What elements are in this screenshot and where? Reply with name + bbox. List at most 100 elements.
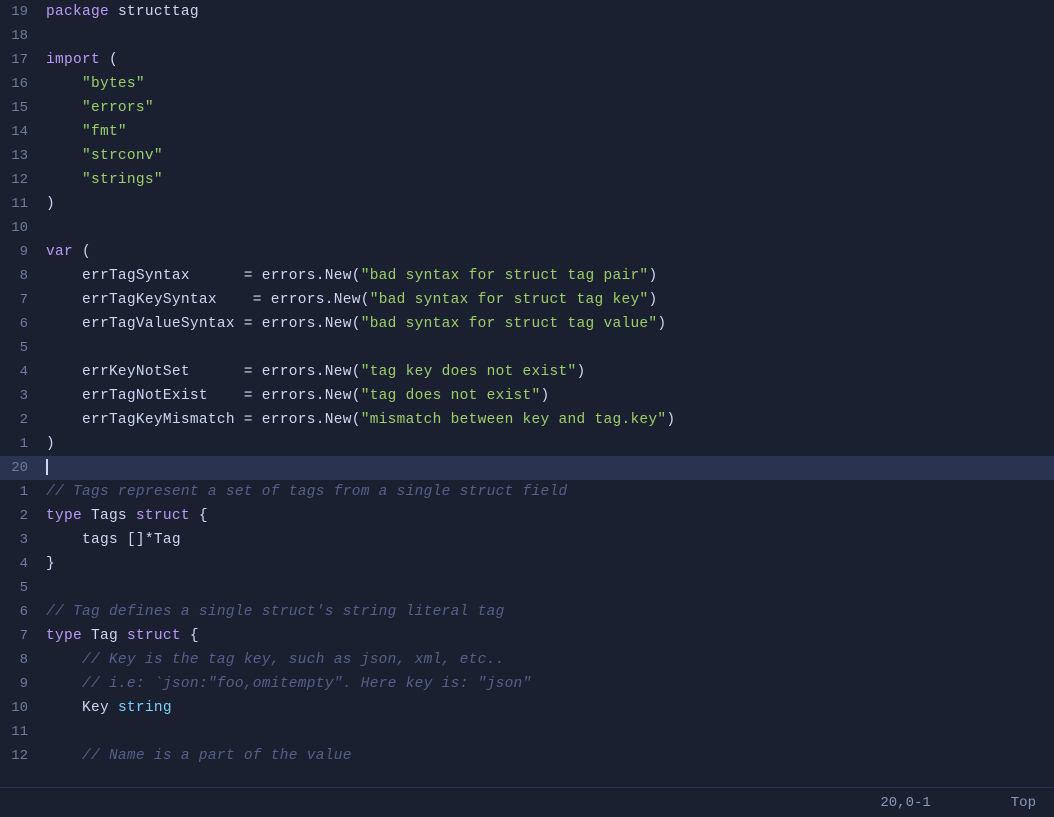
token-str: "tag key does not exist"	[361, 364, 577, 380]
line-content: errTagSyntax = errors.New("bad syntax fo…	[42, 264, 1054, 288]
line-content: "strconv"	[42, 144, 1054, 168]
token-plain	[46, 148, 82, 164]
token-plain: errTagKeySyntax = errors.New(	[46, 292, 370, 308]
line-number: 1	[0, 432, 42, 456]
line-number: 5	[0, 576, 42, 600]
line-content: }	[42, 552, 1054, 576]
line-number: 9	[0, 240, 42, 264]
line-content	[42, 456, 1054, 480]
line-content: type Tags struct {	[42, 504, 1054, 528]
editor: 19package structtag1817import (16 "bytes…	[0, 0, 1054, 817]
line-content: import (	[42, 48, 1054, 72]
token-plain: Key	[46, 700, 118, 716]
token-plain: errTagKeyMismatch = errors.New(	[46, 412, 361, 428]
token-plain: )	[46, 436, 55, 452]
token-plain: errKeyNotSet = errors.New(	[46, 364, 361, 380]
line-number: 1	[0, 480, 42, 504]
line-number: 14	[0, 120, 42, 144]
code-table: 19package structtag1817import (16 "bytes…	[0, 0, 1054, 768]
line-number: 17	[0, 48, 42, 72]
token-plain: errTagSyntax = errors.New(	[46, 268, 361, 284]
line-content: "strings"	[42, 168, 1054, 192]
token-plain: errTagValueSyntax = errors.New(	[46, 316, 361, 332]
token-kw: struct	[127, 628, 181, 644]
line-content	[42, 576, 1054, 600]
line-number: 4	[0, 552, 42, 576]
token-str: "fmt"	[82, 124, 127, 140]
token-plain	[46, 172, 82, 188]
line-content: // Name is a part of the value	[42, 744, 1054, 768]
token-plain: Tags	[82, 508, 136, 524]
token-plain: structtag	[109, 4, 199, 20]
line-content: "errors"	[42, 96, 1054, 120]
token-plain: errTagNotExist = errors.New(	[46, 388, 361, 404]
line-number: 8	[0, 264, 42, 288]
line-number: 13	[0, 144, 42, 168]
token-comment: // Key is the tag key, such as json, xml…	[82, 652, 505, 668]
line-number: 11	[0, 192, 42, 216]
line-number: 2	[0, 504, 42, 528]
line-content	[42, 336, 1054, 360]
token-kw: import	[46, 52, 100, 68]
line-content: // Tags represent a set of tags from a s…	[42, 480, 1054, 504]
token-plain: )	[46, 196, 55, 212]
line-content: errTagKeyMismatch = errors.New("mismatch…	[42, 408, 1054, 432]
line-number: 7	[0, 624, 42, 648]
line-content: var (	[42, 240, 1054, 264]
line-number: 8	[0, 648, 42, 672]
token-plain: {	[181, 628, 199, 644]
token-kw: package	[46, 4, 109, 20]
line-number: 3	[0, 384, 42, 408]
line-number: 6	[0, 600, 42, 624]
token-str: "mismatch between key and tag.key"	[361, 412, 667, 428]
line-content: package structtag	[42, 0, 1054, 24]
token-plain: )	[648, 268, 657, 284]
token-plain	[46, 100, 82, 116]
token-str: "strings"	[82, 172, 163, 188]
line-content: // i.e: `json:"foo,omitempty". Here key …	[42, 672, 1054, 696]
line-content: Key string	[42, 696, 1054, 720]
token-plain: )	[657, 316, 666, 332]
token-plain: )	[666, 412, 675, 428]
token-plain	[46, 676, 82, 692]
token-plain: )	[648, 292, 657, 308]
line-number: 3	[0, 528, 42, 552]
line-content: type Tag struct {	[42, 624, 1054, 648]
line-content: // Key is the tag key, such as json, xml…	[42, 648, 1054, 672]
line-number: 18	[0, 24, 42, 48]
token-plain: )	[541, 388, 550, 404]
line-content: )	[42, 192, 1054, 216]
token-comment: // Tags represent a set of tags from a s…	[46, 484, 568, 500]
line-number: 5	[0, 336, 42, 360]
token-str: "bad syntax for struct tag value"	[361, 316, 658, 332]
token-plain: (	[100, 52, 118, 68]
line-content: )	[42, 432, 1054, 456]
line-number: 10	[0, 216, 42, 240]
scroll-position: Top	[1011, 795, 1036, 811]
line-number: 2	[0, 408, 42, 432]
cursor-position: 20,0-1	[880, 795, 930, 811]
line-number: 6	[0, 312, 42, 336]
token-plain: )	[577, 364, 586, 380]
text-cursor	[46, 459, 48, 475]
line-number: 15	[0, 96, 42, 120]
code-area[interactable]: 19package structtag1817import (16 "bytes…	[0, 0, 1054, 787]
token-comment: // Tag defines a single struct's string …	[46, 604, 505, 620]
token-comment: // Name is a part of the value	[82, 748, 352, 764]
line-content: tags []*Tag	[42, 528, 1054, 552]
line-content: "fmt"	[42, 120, 1054, 144]
line-content: errTagNotExist = errors.New("tag does no…	[42, 384, 1054, 408]
token-kw: type	[46, 628, 82, 644]
token-kw: struct	[136, 508, 190, 524]
token-plain: Tag	[82, 628, 127, 644]
token-str: "bad syntax for struct tag pair"	[361, 268, 649, 284]
token-plain: (	[73, 244, 91, 260]
token-plain: tags []*Tag	[46, 532, 181, 548]
token-plain: {	[190, 508, 208, 524]
line-number: 11	[0, 720, 42, 744]
status-bar: 20,0-1 Top	[0, 787, 1054, 817]
line-content: errTagValueSyntax = errors.New("bad synt…	[42, 312, 1054, 336]
line-number: 12	[0, 744, 42, 768]
line-number: 4	[0, 360, 42, 384]
line-number: 12	[0, 168, 42, 192]
